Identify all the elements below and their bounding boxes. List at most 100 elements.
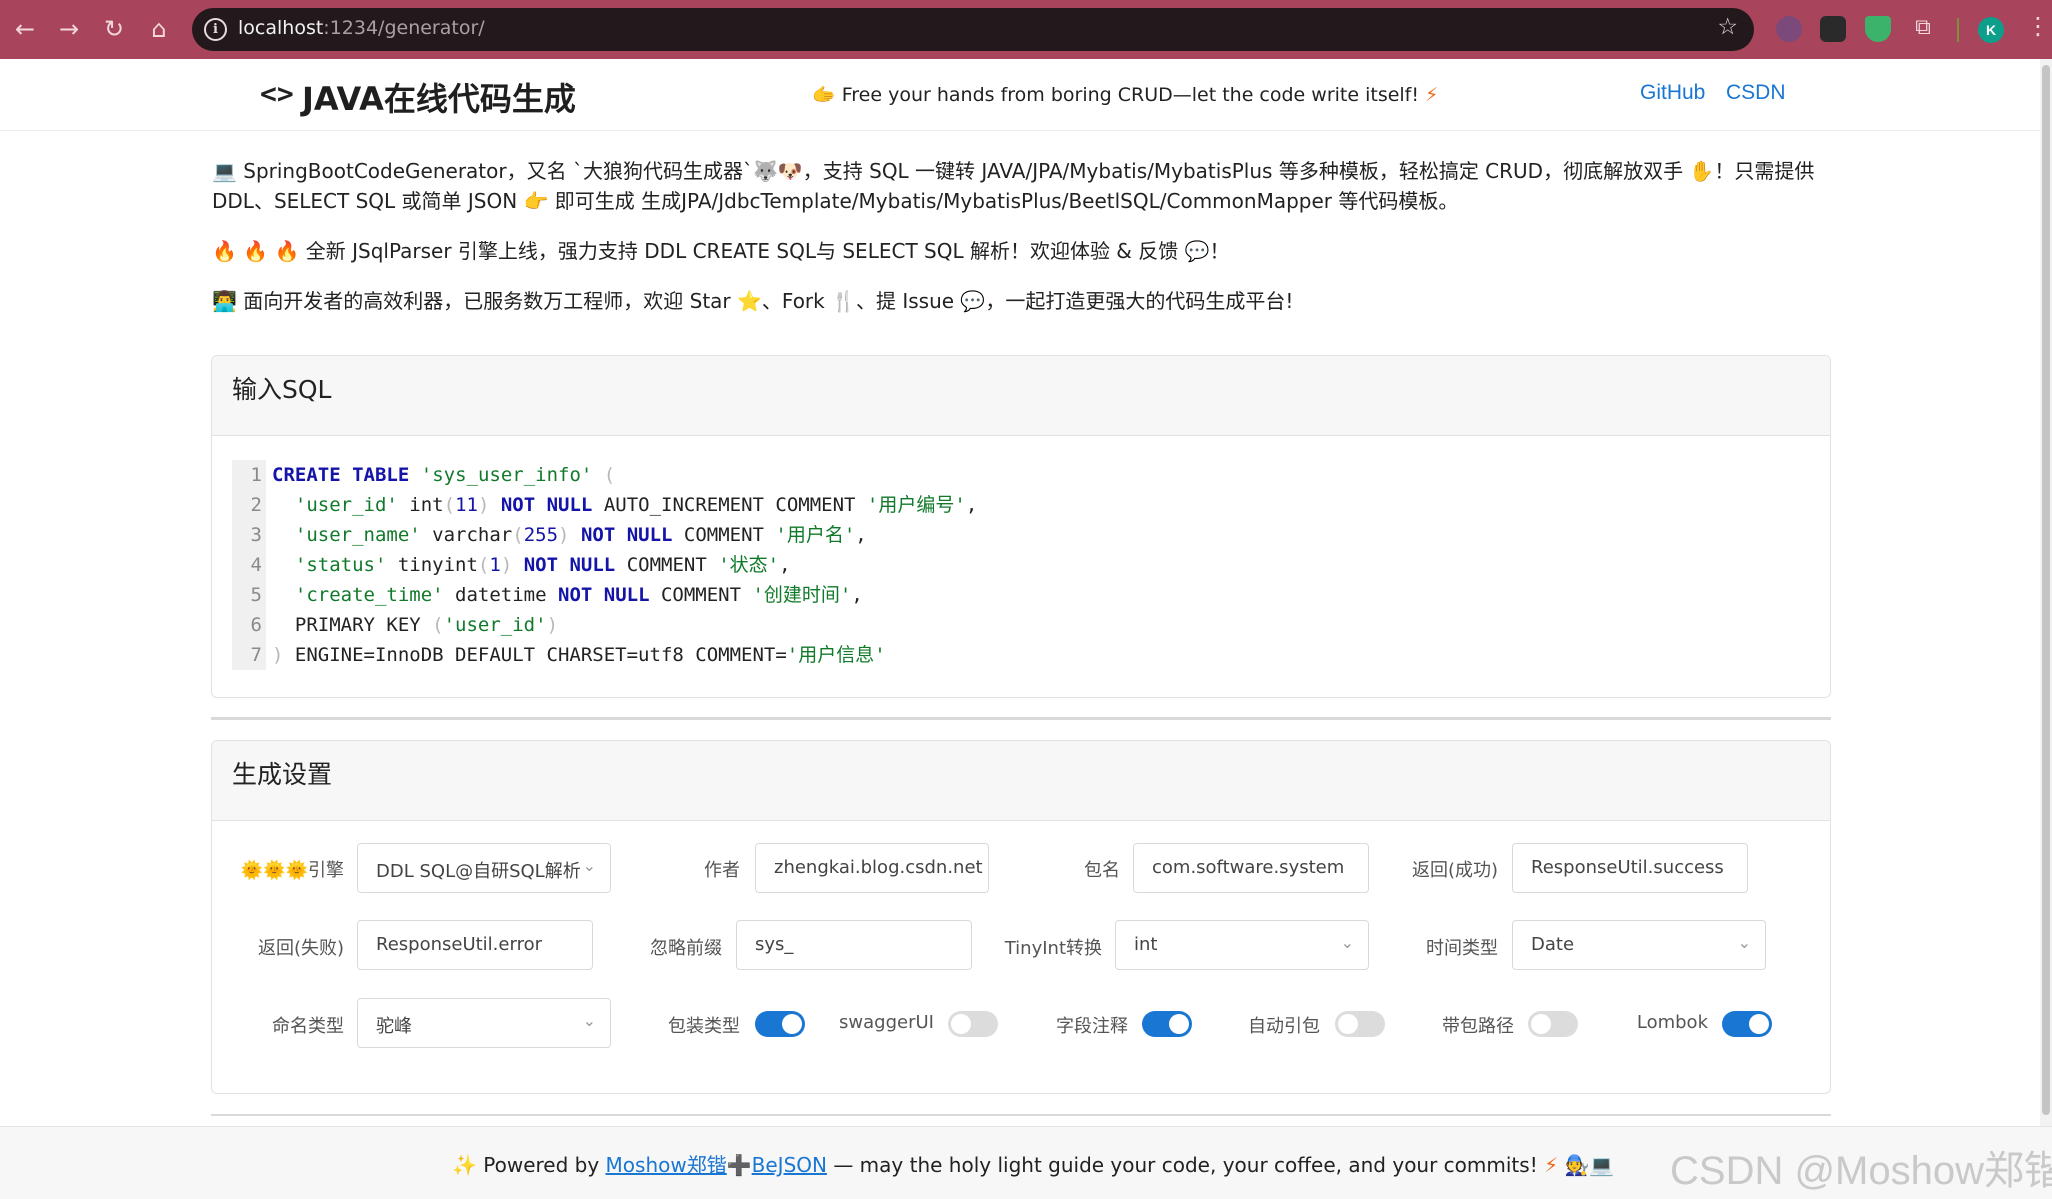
laptop-emoji-icon: 💻 [212,159,237,183]
tagline-text: Free your hands from boring CRUD—let the… [841,84,1419,106]
moshow-link[interactable]: Moshow郑锴 [606,1153,727,1177]
package-path-toggle[interactable] [1528,1011,1578,1037]
url-path: :1234/generator/ [323,17,485,39]
bolt-emoji-icon: ⚡ [1425,84,1439,106]
sql-editor[interactable]: 1 CREATE TABLE 'sys_user_info' ( 2 'user_… [232,460,1812,670]
tinyint-label: TinyInt转换 [1004,938,1102,959]
mechanic-laptop-emoji-icon: 🧑‍🔧💻 [1564,1153,1615,1177]
bolt-emoji-icon: ⚡ [1544,1153,1559,1177]
ignore-prefix-input[interactable]: sys_ [736,920,972,970]
tinyint-value: int [1134,934,1158,955]
section-divider [211,1114,1831,1116]
plus-emoji-icon: ➕ [726,1153,752,1177]
toggle-label-lombok: Lombok [1636,1012,1708,1033]
browser-toolbar: ← → ↻ ⌂ i localhost:1234/generator/ ☆ ⧉ … [0,0,2052,59]
toggle-knob [1531,1014,1551,1034]
bejson-link[interactable]: BeJSON [752,1153,827,1177]
return-success-input[interactable]: ResponseUtil.success [1512,843,1748,893]
reload-icon[interactable]: ↻ [97,12,131,46]
naming-select[interactable]: 驼峰 ⌄ [357,998,611,1048]
toolbar-separator [1957,18,1959,42]
code-line: 3 'user_name' varchar(255) NOT NULL COMM… [232,520,1812,550]
naming-value: 驼峰 [376,1016,412,1037]
code-line: 2 'user_id' int(11) NOT NULL AUTO_INCREM… [232,490,1812,520]
tagline: 🫱 Free your hands from boring CRUD—let t… [812,83,1438,106]
chevron-down-icon: ⌄ [1737,933,1751,952]
github-link[interactable]: GitHub [1640,81,1705,105]
powered-by-text: Powered by [483,1153,600,1177]
extension-icon-1[interactable] [1776,16,1802,42]
url-text[interactable]: localhost:1234/generator/ [238,17,485,39]
line-number: 5 [232,580,266,610]
toggle-label-wrapper-type: 包装类型 [668,1016,740,1037]
return-fail-input[interactable]: ResponseUtil.error [357,920,593,970]
engine-label-text: 引擎 [308,860,344,881]
toggle-label-field-comment: 字段注释 [1056,1016,1128,1037]
code-line: 4 'status' tinyint(1) NOT NULL COMMENT '… [232,550,1812,580]
chevron-down-icon: ⌄ [582,1011,596,1030]
bookmark-star-icon[interactable]: ☆ [1717,14,1738,40]
naming-label: 命名类型 [272,1016,344,1037]
intro-paragraph-2: 🔥 🔥 🔥 全新 JSqlParser 引擎上线，强力支持 DDL CREATE… [212,236,1832,266]
line-number: 3 [232,520,266,550]
toggle-knob [782,1014,802,1034]
developer-emoji-icon: 👨‍💻 [212,289,237,313]
url-host: localhost [238,17,324,39]
engine-select[interactable]: DDL SQL@自研SQL解析 ⌄ [357,843,611,893]
address-bar[interactable]: i localhost:1234/generator/ ☆ [192,8,1754,51]
code-line: 1 CREATE TABLE 'sys_user_info' ( [232,460,1812,490]
author-input[interactable]: zhengkai.blog.csdn.net [755,843,989,893]
code-line: 6 PRIMARY KEY ('user_id') [232,610,1812,640]
back-icon[interactable]: ← [8,12,42,46]
engine-label: 🌞🌞🌞引擎 [236,856,344,882]
footer-message: — may the holy light guide your code, yo… [833,1153,1538,1177]
extension-icon-2[interactable] [1820,16,1846,42]
app-header: <> JAVA在线代码生成 🫱 Free your hands from bor… [0,59,2052,131]
extensions-puzzle-icon[interactable]: ⧉ [1906,11,1940,45]
browser-menu-icon[interactable]: ⋮ [2026,12,2050,40]
package-input[interactable]: com.software.system [1133,843,1369,893]
intro-section: 💻 SpringBootCodeGenerator，又名 `大狼狗代码生成器`🐺… [212,156,1832,336]
swagger-toggle[interactable] [948,1011,998,1037]
package-label: 包名 [1084,860,1120,881]
home-icon[interactable]: ⌂ [142,12,176,46]
return-fail-label: 返回(失败) [257,938,344,959]
toggle-knob [1338,1014,1358,1034]
settings-card-title: 生成设置 [212,741,1830,821]
intro-paragraph-3: 👨‍💻 面向开发者的高效利器，已服务数万工程师，欢迎 Star ⭐、Fork 🍴… [212,286,1832,316]
sun-emoji-icon: 🌞🌞🌞 [240,860,308,881]
toggle-knob [1169,1014,1189,1034]
scrollbar-thumb[interactable] [2042,65,2050,1115]
author-label: 作者 [704,860,740,881]
footer-text: ✨ Powered by Moshow郑锴➕BeJSON — may the h… [452,1149,1614,1178]
chevron-down-icon: ⌄ [582,856,596,875]
page-scrollbar[interactable] [2040,59,2052,1126]
auto-import-toggle[interactable] [1335,1011,1385,1037]
time-type-select[interactable]: Date ⌄ [1512,920,1766,970]
engine-value: DDL SQL@自研SQL解析 [376,861,581,882]
tinyint-select[interactable]: int ⌄ [1115,920,1369,970]
intro-text-3: 面向开发者的高效利器，已服务数万工程师，欢迎 Star ⭐、Fork 🍴、提 I… [243,289,1294,313]
profile-avatar[interactable]: K [1978,17,2004,43]
lombok-toggle[interactable] [1722,1011,1772,1037]
line-number: 7 [232,640,266,670]
toggle-knob [1749,1014,1769,1034]
wrapper-type-toggle[interactable] [755,1011,805,1037]
forward-icon[interactable]: → [52,12,86,46]
toggle-knob [951,1014,971,1034]
sparkle-emoji-icon: ✨ [452,1153,477,1177]
field-comment-toggle[interactable] [1142,1011,1192,1037]
line-number: 2 [232,490,266,520]
time-type-value: Date [1531,934,1575,955]
shield-extension-icon[interactable] [1865,16,1891,42]
code-brackets-icon: <> [260,77,294,110]
intro-paragraph-1: 💻 SpringBootCodeGenerator，又名 `大狼狗代码生成器`🐺… [212,156,1832,216]
page-title[interactable]: JAVA在线代码生成 [302,74,576,120]
sql-input-card: 输入SQL 1 CREATE TABLE 'sys_user_info' ( 2 … [211,355,1831,698]
section-divider [211,717,1831,720]
csdn-link[interactable]: CSDN [1726,81,1786,105]
line-number: 4 [232,550,266,580]
site-info-icon[interactable]: i [204,18,227,41]
csdn-watermark: CSDN @Moshow郑锴 [1670,1149,2052,1193]
time-type-label: 时间类型 [1426,938,1498,959]
